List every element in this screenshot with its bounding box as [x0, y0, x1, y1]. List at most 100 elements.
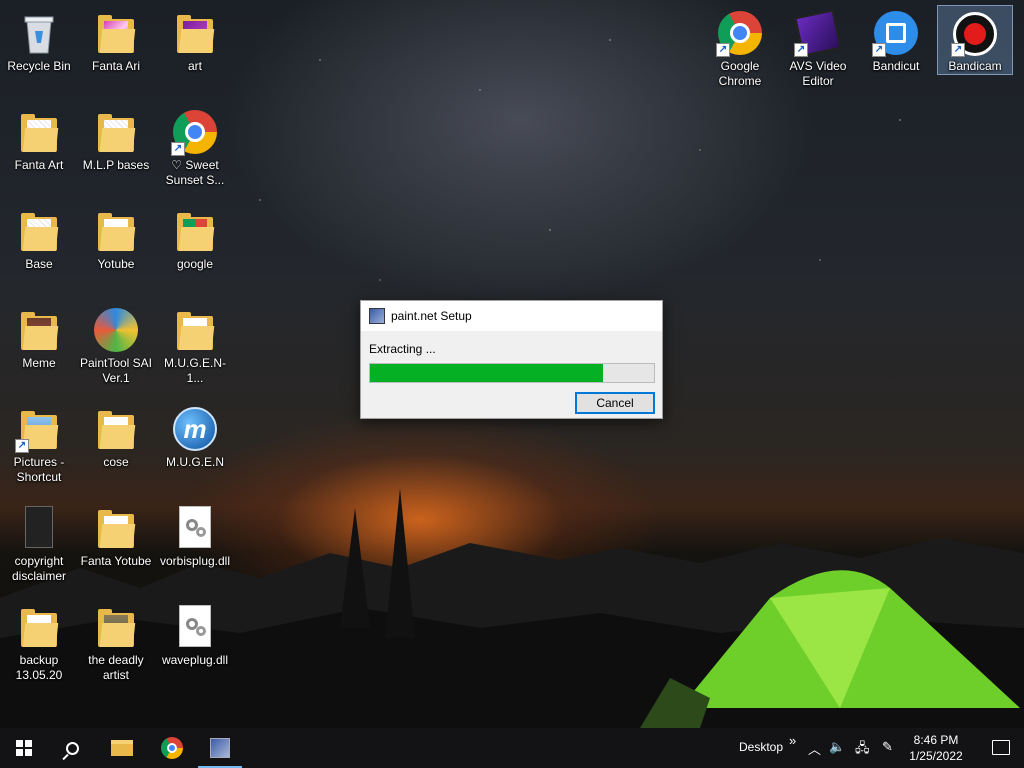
- taskbar-paint-net-setup[interactable]: [196, 728, 244, 768]
- desktop-icon-cose[interactable]: cose: [78, 401, 154, 493]
- network-icon[interactable]: 🖧: [855, 739, 870, 761]
- taskbar-chrome[interactable]: [148, 728, 196, 768]
- shortcut-arrow-icon: ↗: [15, 439, 29, 453]
- desktop-icon-bandicut[interactable]: ↗ Bandicut: [858, 5, 934, 97]
- desktop-icon-meme[interactable]: Meme: [1, 302, 77, 394]
- icon-label: art: [187, 59, 202, 73]
- image-file-icon: [15, 504, 63, 552]
- dll-file-icon: [171, 504, 219, 552]
- cancel-button[interactable]: Cancel: [575, 392, 655, 414]
- shortcut-arrow-icon: ↗: [716, 43, 730, 57]
- start-button[interactable]: [0, 728, 48, 768]
- chrome-shortcut-icon: ↗: [171, 108, 219, 156]
- icon-label: backup 13.05.20: [15, 653, 63, 682]
- folder-icon: [15, 207, 63, 255]
- volume-muted-icon[interactable]: 🔈: [829, 739, 845, 755]
- icon-label: Recycle Bin: [7, 59, 71, 73]
- action-center-icon[interactable]: [992, 740, 1010, 755]
- painttool-sai-icon: [92, 306, 140, 354]
- icon-label: vorbisplug.dll: [159, 554, 231, 568]
- shortcut-arrow-icon: ↗: [951, 43, 965, 57]
- pen-workspace-icon[interactable]: ✎: [882, 739, 893, 755]
- icon-label: M.L.P bases: [82, 158, 150, 172]
- desktop-icon-copyright-disclaimer[interactable]: copyright disclaimer: [1, 500, 77, 592]
- folder-icon: [171, 9, 219, 57]
- folder-icon: [15, 603, 63, 651]
- desktop-icon-the-deadly-artist[interactable]: the deadly artist: [78, 599, 154, 691]
- desktop-icon-mlp-bases[interactable]: M.L.P bases: [78, 104, 154, 196]
- shortcut-arrow-icon: ↗: [872, 43, 886, 57]
- pictures-shortcut-icon: ↗: [15, 405, 63, 453]
- desktop-icon-base[interactable]: Base: [1, 203, 77, 295]
- desktop-icon-sweet-sunset[interactable]: ↗ ♡ Sweet Sunset S...: [157, 104, 233, 196]
- folder-icon: [171, 306, 219, 354]
- dialog-titlebar[interactable]: paint.net Setup: [361, 301, 662, 331]
- progress-bar: [369, 363, 655, 383]
- icon-label: M.U.G.E.N: [165, 455, 224, 469]
- taskbar: Desktop » ︿ 🔈 🖧 ✎ 8:46 PM 1/25/2022: [0, 728, 1024, 768]
- icon-label: M.U.G.E.N-1...: [164, 356, 226, 385]
- search-button[interactable]: [48, 728, 96, 768]
- desktop-icon-pictures-shortcut[interactable]: ↗ Pictures - Shortcut: [1, 401, 77, 493]
- folder-icon: [92, 603, 140, 651]
- shortcut-arrow-icon: ↗: [794, 43, 808, 57]
- icon-label: Google Chrome: [718, 59, 762, 88]
- desktop-icon-fanta-art[interactable]: Fanta Art: [1, 104, 77, 196]
- desktop-icon-fanta-yotube[interactable]: Fanta Yotube: [78, 500, 154, 592]
- icon-label: Fanta Art: [14, 158, 64, 172]
- bandicam-icon: ↗: [951, 10, 999, 57]
- desktop-icon-recycle-bin[interactable]: Recycle Bin: [1, 5, 77, 97]
- folder-icon: [92, 9, 140, 57]
- recycle-bin-icon: [15, 9, 63, 57]
- desktop-icon-art[interactable]: art: [157, 5, 233, 97]
- show-hidden-icons-chevron-icon[interactable]: ︿: [808, 739, 821, 758]
- desktop-icon-avs-video-editor[interactable]: ↗ AVS Video Editor: [780, 5, 856, 97]
- folder-icon: [92, 504, 140, 552]
- desktop-icon-fanta-ari[interactable]: Fanta Ari: [78, 5, 154, 97]
- chrome-icon: [161, 737, 183, 759]
- icon-label: Meme: [22, 356, 56, 370]
- wallpaper-tent: [640, 570, 1020, 728]
- search-icon: [65, 741, 79, 755]
- windows-logo-icon: [16, 740, 32, 756]
- icon-label: Bandicam: [948, 59, 1002, 73]
- paint-net-icon: [369, 308, 385, 324]
- icon-label: Yotube: [97, 257, 135, 271]
- folder-icon: [15, 108, 63, 156]
- clock-time: 8:46 PM: [913, 733, 959, 747]
- bandicut-icon: ↗: [872, 9, 920, 57]
- icon-label: waveplug.dll: [161, 653, 229, 667]
- clock[interactable]: 8:46 PM 1/25/2022: [906, 732, 966, 764]
- icon-label: Fanta Yotube: [80, 554, 152, 568]
- icon-label: Fanta Ari: [91, 59, 141, 73]
- folder-icon: [92, 405, 140, 453]
- avs-video-editor-icon: ↗: [794, 9, 842, 57]
- desktop-icon-mugen-folder[interactable]: M.U.G.E.N-1...: [157, 302, 233, 394]
- clock-date: 1/25/2022: [909, 749, 963, 763]
- icon-label: cose: [103, 455, 129, 469]
- progress-bar-fill: [370, 364, 603, 382]
- setup-dialog[interactable]: paint.net Setup Extracting ... Cancel: [360, 300, 663, 419]
- dialog-title: paint.net Setup: [391, 309, 472, 323]
- shortcut-arrow-icon: ↗: [171, 142, 185, 156]
- folder-icon: [15, 306, 63, 354]
- icon-label: the deadly artist: [88, 653, 144, 682]
- desktop-icon-bandicam[interactable]: ↗ Bandicam: [937, 5, 1013, 75]
- icon-label: Pictures - Shortcut: [13, 455, 65, 484]
- desktop-icon-backup[interactable]: backup 13.05.20: [1, 599, 77, 691]
- toolbar-overflow-chevron[interactable]: »: [789, 733, 796, 748]
- mugen-icon: m: [171, 405, 219, 453]
- folder-icon: [171, 207, 219, 255]
- desktop-icon-google-chrome[interactable]: ↗ Google Chrome: [702, 5, 778, 97]
- desktop-icon-google[interactable]: google: [157, 203, 233, 295]
- dll-file-icon: [171, 603, 219, 651]
- desktop-toolbar-label[interactable]: Desktop: [739, 740, 783, 754]
- desktop-icon-mugen[interactable]: m M.U.G.E.N: [157, 401, 233, 493]
- desktop-icon-yotube[interactable]: Yotube: [78, 203, 154, 295]
- desktop-icon-vorbisplug[interactable]: vorbisplug.dll: [157, 500, 233, 592]
- taskbar-file-explorer[interactable]: [98, 728, 146, 768]
- desktop-icon-waveplug[interactable]: waveplug.dll: [157, 599, 233, 691]
- icon-label: PaintTool SAI Ver.1: [79, 356, 153, 385]
- desktop-icon-painttool-sai[interactable]: PaintTool SAI Ver.1: [78, 302, 154, 394]
- icon-label: Bandicut: [872, 59, 920, 73]
